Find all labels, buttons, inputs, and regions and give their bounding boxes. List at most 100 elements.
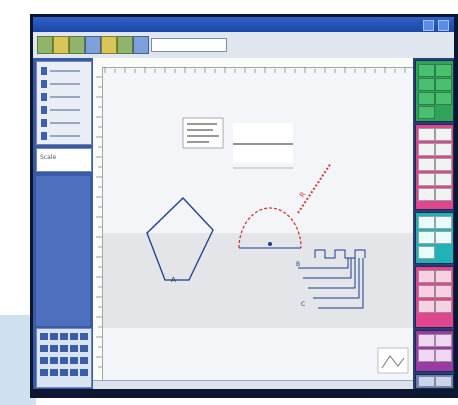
tool-button-7[interactable] [133, 36, 149, 54]
note-box[interactable] [182, 117, 224, 149]
nav-cell[interactable] [40, 369, 48, 376]
tool-button[interactable] [418, 246, 435, 259]
layer-icon [41, 106, 47, 114]
nav-cell[interactable] [80, 369, 88, 376]
nav-cell[interactable] [70, 345, 78, 352]
toolbar-combo-box[interactable] [151, 38, 227, 52]
tool-button[interactable] [435, 143, 452, 156]
tool-button[interactable] [435, 334, 452, 347]
nav-cell[interactable] [50, 357, 58, 364]
teal-tool-group [415, 212, 454, 264]
tool-button[interactable] [435, 188, 452, 201]
tool-button-3[interactable] [69, 36, 85, 54]
tool-button[interactable] [418, 216, 435, 229]
dimension-text: B [296, 261, 300, 268]
list-item[interactable] [41, 105, 85, 115]
tool-button[interactable] [418, 188, 435, 201]
stepped-outline[interactable] [314, 249, 366, 259]
dimension-text: C [301, 301, 305, 308]
layer-icon [41, 119, 47, 127]
nav-cell[interactable] [60, 369, 68, 376]
layer-list [36, 61, 92, 145]
tool-button[interactable] [418, 128, 435, 141]
tool-button[interactable] [418, 143, 435, 156]
application-window: Scale A R B C [33, 17, 454, 389]
tool-button[interactable] [418, 334, 435, 347]
navigator-panel [36, 328, 92, 388]
right-tool-palette [413, 58, 454, 389]
nav-cell[interactable] [60, 345, 68, 352]
scale-field[interactable]: Scale [36, 148, 92, 172]
tool-button-1[interactable] [37, 36, 53, 54]
tool-button[interactable] [435, 231, 452, 244]
arc-center-point [268, 242, 272, 246]
layer-icon [41, 80, 47, 88]
tool-button[interactable] [435, 216, 452, 229]
tool-button[interactable] [418, 300, 435, 313]
tool-button[interactable] [435, 128, 452, 141]
nav-cell[interactable] [40, 333, 48, 340]
tool-button[interactable] [435, 92, 452, 105]
tool-button[interactable] [435, 270, 452, 283]
nav-cell[interactable] [60, 357, 68, 364]
minimize-button[interactable] [423, 20, 434, 31]
tool-button[interactable] [435, 300, 452, 313]
purple-tool-group [415, 330, 454, 372]
tool-button[interactable] [418, 270, 435, 283]
layer-icon [41, 93, 47, 101]
nav-cell[interactable] [50, 345, 58, 352]
list-item[interactable] [41, 131, 85, 141]
scale-field-label: Scale [40, 154, 57, 161]
tool-button[interactable] [418, 106, 435, 119]
tool-button[interactable] [418, 78, 435, 91]
list-item[interactable] [41, 118, 85, 128]
tool-button[interactable] [435, 349, 452, 362]
nav-cell[interactable] [80, 333, 88, 340]
tool-button[interactable] [418, 376, 435, 387]
tool-button[interactable] [435, 78, 452, 91]
nav-cell[interactable] [70, 369, 78, 376]
tool-button[interactable] [418, 349, 435, 362]
palette-footer [415, 374, 454, 389]
toolbar [33, 32, 454, 59]
nav-cell[interactable] [50, 333, 58, 340]
tool-button[interactable] [418, 285, 435, 298]
left-panel: Scale [33, 58, 93, 389]
tool-button-5[interactable] [101, 36, 117, 54]
tool-button-2[interactable] [53, 36, 69, 54]
nav-cell[interactable] [60, 333, 68, 340]
list-item[interactable] [41, 66, 85, 76]
tool-button[interactable] [435, 285, 452, 298]
status-bar [93, 380, 413, 389]
drawing-canvas[interactable]: A R B C [93, 58, 413, 380]
list-item[interactable] [41, 79, 85, 89]
nav-cell[interactable] [50, 369, 58, 376]
tool-button[interactable] [418, 92, 435, 105]
nav-cell[interactable] [70, 357, 78, 364]
nav-cell[interactable] [40, 357, 48, 364]
frame-rectangle[interactable] [233, 123, 293, 163]
tool-button[interactable] [418, 158, 435, 171]
kite-shape[interactable] [146, 197, 214, 281]
tool-button-4[interactable] [85, 36, 101, 54]
close-button[interactable] [438, 20, 449, 31]
nav-cell[interactable] [70, 333, 78, 340]
tool-button[interactable] [435, 64, 452, 77]
tool-button[interactable] [435, 173, 452, 186]
layer-icon [41, 132, 47, 140]
nav-cell[interactable] [80, 357, 88, 364]
kite-label: A [171, 276, 176, 284]
tool-button-6[interactable] [117, 36, 133, 54]
tool-button[interactable] [418, 173, 435, 186]
tool-button[interactable] [418, 64, 435, 77]
tool-button[interactable] [418, 231, 435, 244]
tool-button[interactable] [435, 376, 452, 387]
nav-cell[interactable] [80, 345, 88, 352]
tool-button[interactable] [435, 158, 452, 171]
list-item[interactable] [41, 92, 85, 102]
dimension-line[interactable] [297, 162, 332, 214]
title-bar [33, 17, 454, 32]
nav-cell[interactable] [40, 345, 48, 352]
green-tool-group [415, 60, 454, 122]
left-panel-empty-area [36, 176, 90, 326]
